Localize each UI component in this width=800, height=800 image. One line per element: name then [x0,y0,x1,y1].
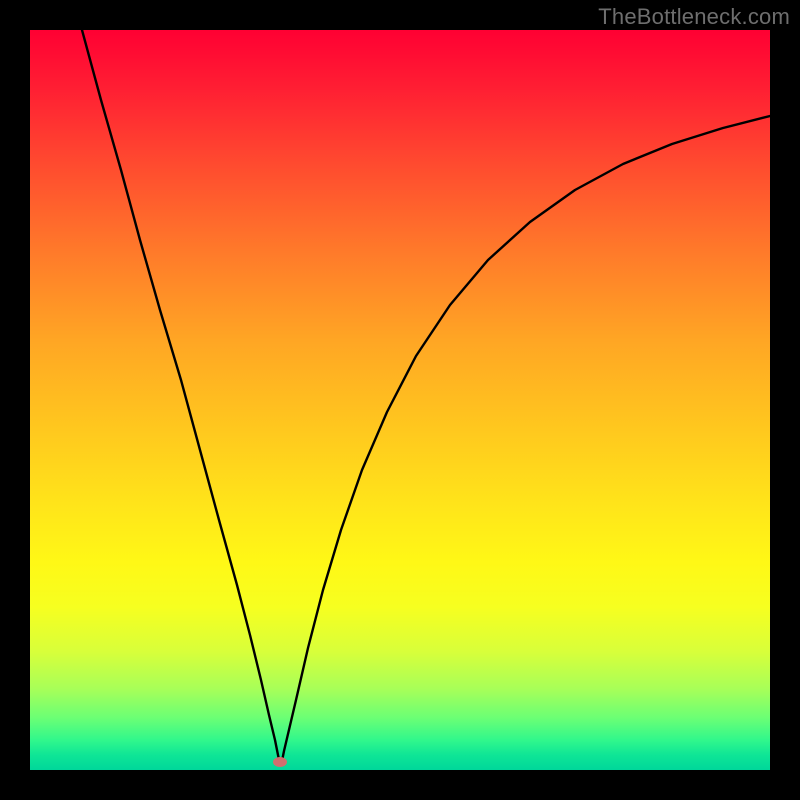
curve-path [82,30,770,764]
chart-frame: TheBottleneck.com [0,0,800,800]
attribution-text: TheBottleneck.com [598,4,790,30]
bottleneck-curve [30,30,770,770]
optimum-marker [273,757,287,767]
plot-area [30,30,770,770]
